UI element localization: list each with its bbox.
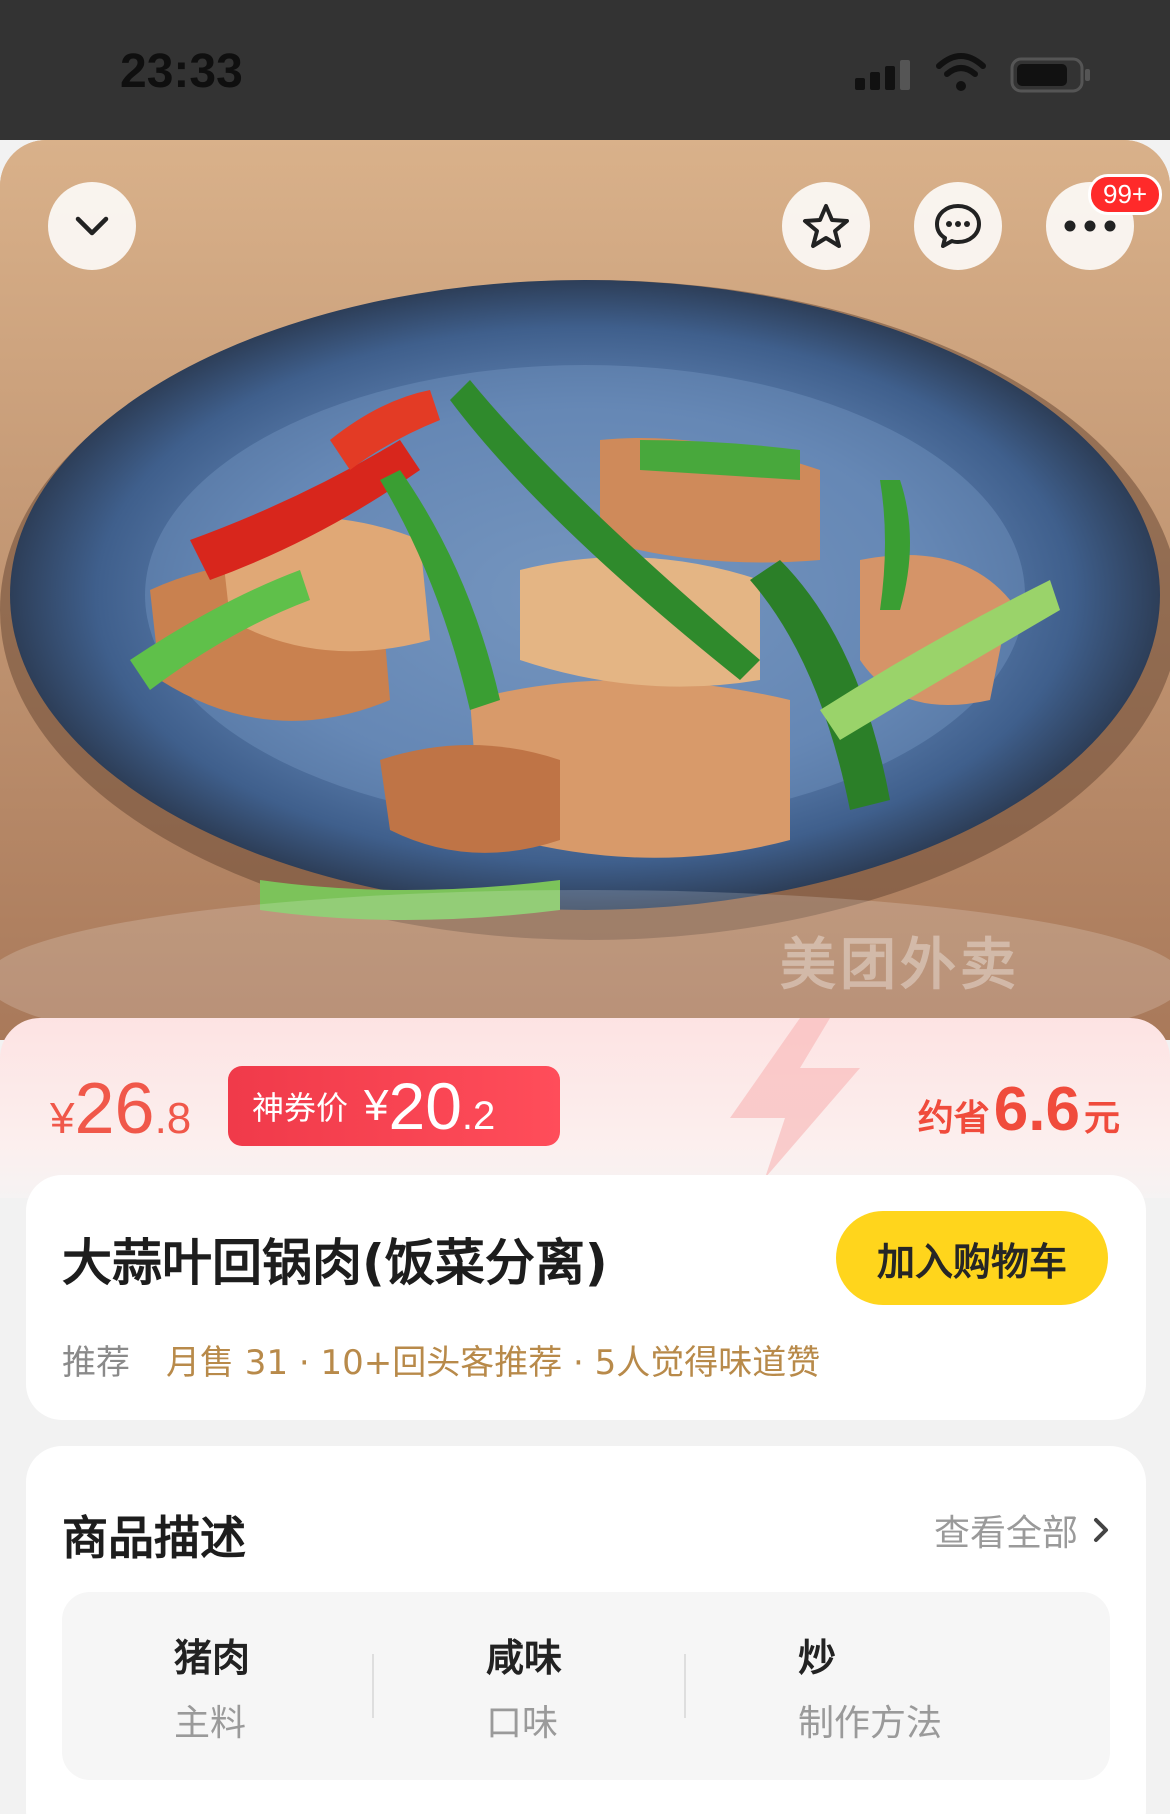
attribute-key: 口味 [486, 1702, 559, 1744]
savings-value: 6.6 [993, 1075, 1080, 1144]
sales-stats: 月售 31 · 10+回头客推荐 · 5人觉得味道赞 [166, 1343, 821, 1383]
coupon-price-tag: 神券价 ¥ 20 .2 [228, 1066, 560, 1146]
chevron-down-icon [75, 216, 109, 236]
attribute-value: 咸味 [486, 1635, 563, 1680]
notification-badge: 99+ [1088, 174, 1163, 215]
lightning-icon [730, 1018, 860, 1178]
description-card: 商品描述 查看全部 猪肉 主料 咸味 口味 炒 制作方法 [26, 1446, 1146, 1814]
watermark: 美团外卖 [780, 933, 1020, 998]
more-icon [1064, 220, 1116, 232]
original-price: ¥ 26 .8 [50, 1068, 191, 1150]
savings-unit: 元 [1083, 1098, 1120, 1139]
recommendation-row: 推荐 月售 31 · 10+回头客推荐 · 5人觉得味道赞 [62, 1335, 820, 1384]
savings-label: 约省 [917, 1098, 990, 1139]
coupon-currency: ¥ [364, 1081, 389, 1130]
attribute-key: 主料 [174, 1702, 247, 1744]
back-button[interactable] [48, 182, 136, 270]
add-to-cart-button[interactable]: 加入购物车 [836, 1211, 1108, 1305]
original-price-decimal: .8 [154, 1094, 192, 1143]
signal-icon [855, 60, 910, 90]
chat-button[interactable] [914, 182, 1002, 270]
price-band: ¥ 26 .8 神券价 ¥ 20 .2 约省 6.6 元 [0, 1018, 1170, 1198]
status-bar: 23:33 [0, 0, 1170, 140]
view-all-link[interactable]: 查看全部 [934, 1504, 1110, 1556]
original-price-currency: ¥ [50, 1094, 75, 1143]
recommendation-tag: 推荐 [62, 1343, 130, 1383]
description-title: 商品描述 [62, 1511, 246, 1565]
chevron-right-icon [1094, 1518, 1108, 1542]
attribute-flavor: 咸味 口味 [374, 1627, 684, 1746]
dish-name: 大蒜叶回锅肉(饭菜分离) [62, 1234, 608, 1292]
attribute-main-ingredient: 猪肉 主料 [62, 1627, 372, 1746]
savings: 约省 6.6 元 [918, 1074, 1120, 1145]
original-price-integer: 26 [74, 1069, 155, 1149]
dish-illustration [0, 140, 1170, 1040]
chat-icon [935, 204, 981, 248]
coupon-label: 神券价 [252, 1090, 349, 1126]
view-all-label: 查看全部 [933, 1513, 1078, 1554]
dish-info-card: 大蒜叶回锅肉(饭菜分离) 加入购物车 推荐 月售 31 · 10+回头客推荐 ·… [26, 1175, 1146, 1420]
status-time: 23:33 [120, 45, 243, 98]
star-icon [803, 204, 849, 248]
favorite-button[interactable] [782, 182, 870, 270]
attribute-value: 猪肉 [174, 1635, 251, 1680]
product-image[interactable]: 99+ 美团外卖 [0, 140, 1170, 1040]
coupon-decimal: .2 [461, 1093, 496, 1138]
wifi-icon [936, 53, 986, 91]
attribute-value: 炒 [798, 1635, 837, 1680]
attributes-box: 猪肉 主料 咸味 口味 炒 制作方法 [62, 1592, 1110, 1780]
coupon-integer: 20 [388, 1069, 462, 1143]
attribute-cooking-method: 炒 制作方法 [686, 1627, 996, 1746]
attribute-key: 制作方法 [798, 1702, 943, 1744]
battery-icon [1010, 57, 1090, 93]
